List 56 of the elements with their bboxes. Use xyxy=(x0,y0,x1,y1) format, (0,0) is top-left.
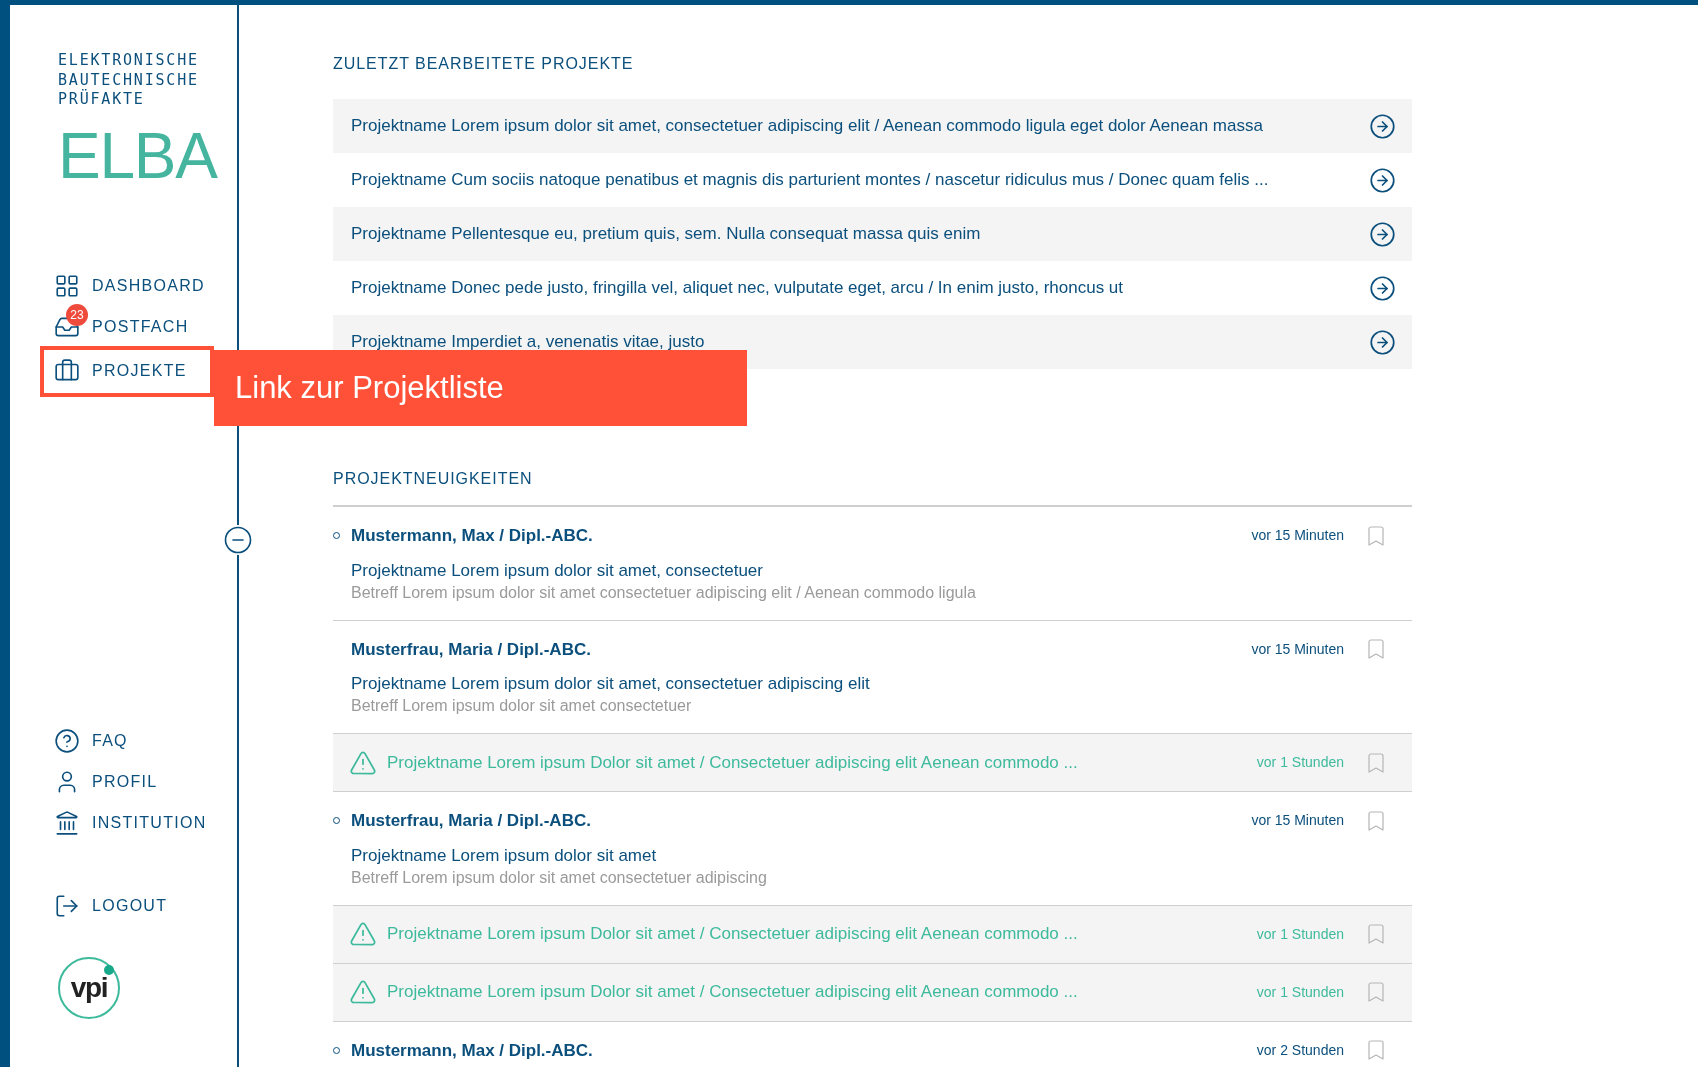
author-name: Mustermann, Max / Dipl.-ABC. xyxy=(351,525,594,547)
vpi-logo: vpi xyxy=(58,956,120,1019)
brand-subtitle: BAUTECHNISCHE xyxy=(58,70,200,89)
time-text: vor 2 Stunden xyxy=(1256,1040,1344,1060)
news-item[interactable]: Mustermann, Max / Dipl.-ABC. vor 15 Minuten Projektname Lorem ipsum dolor sit amet, consectetuer Betreff Lorem ipsum dolor sit amet consectetuer adipiscing elit / Aenean commodo ligula xyxy=(333,507,1412,621)
news-item[interactable]: Musterfrau, Maria / Dipl.-ABC. vor 15 Minuten Projektname Lorem ipsum dolor sit amet Betreff Lorem ipsum dolor sit amet consectetuer adipiscing xyxy=(333,792,1412,906)
collapse-icon[interactable] xyxy=(223,525,253,555)
warning-icon xyxy=(349,978,377,1006)
warning-icon xyxy=(349,920,377,948)
nav-item[interactable]: LOGOUT xyxy=(44,885,218,927)
nav-label: PROJEKTE xyxy=(92,361,187,381)
alert-text: Projektname Lorem ipsum Dolor sit amet / Consectetuer adipiscing elit Aenean commodo ... xyxy=(387,981,1079,1004)
project-name: Projektname Lorem ipsum dolor sit amet, consectetuer xyxy=(351,559,764,582)
nav-label: DASHBOARD xyxy=(92,276,205,296)
nav-item[interactable]: INSTITUTION xyxy=(44,802,218,844)
subject-text: Betreff Lorem ipsum dolor sit amet consectetuer adipiscing elit / Aenean commodo ligula xyxy=(351,582,977,603)
arrow-right-icon xyxy=(1369,274,1396,302)
logout-icon xyxy=(54,893,80,919)
brand-subtitle: PRÜFAKTE xyxy=(58,90,146,110)
section-heading: ZULETZT BEARBEITETE PROJEKTE xyxy=(333,54,635,74)
grid-icon xyxy=(54,273,80,299)
arrow-right-icon xyxy=(1369,220,1396,248)
project-name: Projektname Lorem ipsum dolor sit amet, consectetuer adipiscing elit xyxy=(351,673,871,695)
time-text: vor 15 Minuten xyxy=(1251,639,1344,659)
nav-item[interactable]: PROFIL xyxy=(44,761,218,803)
author-name: Musterfrau, Maria / Dipl.-ABC. xyxy=(351,638,592,661)
brand-logo: ELBA xyxy=(58,118,217,194)
author-name: Musterfrau, Maria / Dipl.-ABC. xyxy=(351,810,592,832)
callout-tooltip: Link zur Projektliste xyxy=(214,350,747,426)
nav-item[interactable]: PROJEKTE xyxy=(40,345,214,397)
help-icon xyxy=(54,728,80,754)
nav-label: POSTFACH xyxy=(92,317,189,337)
arrow-right-icon xyxy=(1369,328,1396,356)
subject-text: Betreff Lorem ipsum dolor sit amet consectetuer xyxy=(351,696,693,716)
count-badge: 23 xyxy=(66,304,88,326)
brand-subtitle: ELEKTRONISCHE xyxy=(58,51,200,71)
building-icon xyxy=(54,810,80,836)
nav-item[interactable]: FAQ xyxy=(44,720,218,762)
project-row[interactable]: Projektname Pellentesque eu, pretium quis, sem. Nulla consequat massa quis enim xyxy=(333,207,1412,261)
arrow-right-icon xyxy=(1369,166,1396,194)
time-text: vor 15 Minuten xyxy=(1251,526,1344,546)
nav-item[interactable]: DASHBOARD xyxy=(40,265,214,307)
alert-text: Projektname Lorem ipsum Dolor sit amet / Consectetuer adipiscing elit Aenean commodo ... xyxy=(387,751,1079,774)
nav-item[interactable]: 23 POSTFACH xyxy=(40,306,214,348)
news-item[interactable]: Mustermann, Max / Dipl.-ABC. vor 2 Stunden xyxy=(333,1021,1412,1067)
subject-text: Betreff Lorem ipsum dolor sit amet consectetuer adipiscing xyxy=(351,867,768,888)
time-text: vor 1 Stunden xyxy=(1256,982,1344,1002)
time-text: vor 1 Stunden xyxy=(1256,753,1344,772)
author-name: Mustermann, Max / Dipl.-ABC. xyxy=(351,1039,594,1062)
project-row[interactable]: Projektname Lorem ipsum dolor sit amet, consectetuer adipiscing elit / Aenean commodo ligula eget dolor Aenean massa xyxy=(333,99,1412,153)
project-name: Projektname Lorem ipsum dolor sit amet xyxy=(351,844,658,867)
section-heading: PROJEKTNEUIGKEITEN xyxy=(333,469,534,489)
time-text: vor 15 Minuten xyxy=(1251,811,1344,831)
alert-text: Projektname Lorem ipsum Dolor sit amet / Consectetuer adipiscing elit Aenean commodo ... xyxy=(387,923,1079,946)
arrow-right-icon xyxy=(1369,112,1396,140)
time-text: vor 1 Stunden xyxy=(1256,924,1344,944)
